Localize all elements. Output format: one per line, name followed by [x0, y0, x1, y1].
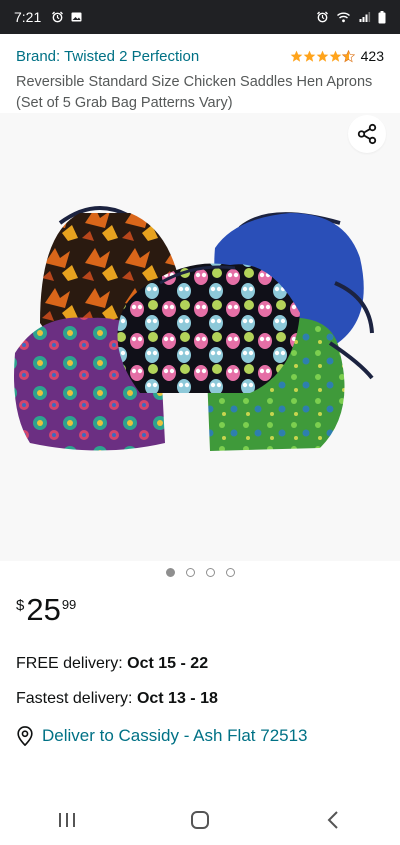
recent-apps-button[interactable]: [37, 800, 97, 840]
star-icon: [303, 50, 315, 62]
status-bar: 7:21: [0, 0, 400, 34]
recent-apps-icon: [58, 813, 75, 827]
star-rating: [290, 49, 355, 63]
price-whole: 25: [26, 592, 61, 627]
image-pagination[interactable]: [0, 568, 400, 577]
status-time: 7:21: [14, 9, 42, 25]
share-button[interactable]: [348, 115, 386, 153]
android-nav-bar: [0, 795, 400, 845]
brand-link[interactable]: Brand: Twisted 2 Perfection: [16, 48, 199, 65]
product-image: [14, 206, 374, 451]
deliver-to-link[interactable]: Deliver to Cassidy - Ash Flat 72513: [16, 726, 308, 746]
pagination-dot[interactable]: [185, 568, 195, 577]
battery-icon: [378, 10, 386, 23]
price-fraction: 99: [61, 597, 77, 612]
product-image-gallery[interactable]: [0, 113, 400, 561]
free-delivery-dates: Oct 15 - 22: [127, 655, 209, 672]
price: $ 25 99: [16, 592, 76, 628]
image-icon: [71, 12, 82, 22]
alarm-icon: [317, 11, 328, 23]
alarm-icon: [52, 11, 64, 23]
rating-count: 423: [360, 48, 384, 64]
free-delivery: FREE delivery: Oct 15 - 22: [16, 655, 208, 673]
star-icon: [290, 50, 302, 62]
product-title: Reversible Standard Size Chicken Saddles…: [16, 74, 373, 111]
fastest-delivery: Fastest delivery: Oct 13 - 18: [16, 690, 218, 708]
star-icon: [329, 50, 341, 62]
star-half-icon: [341, 49, 355, 62]
pagination-dot[interactable]: [225, 568, 235, 577]
price-symbol: $: [16, 597, 25, 614]
product-header: Brand: Twisted 2 Perfection 423 Reversib…: [0, 44, 400, 114]
location-pin-icon: [17, 726, 33, 746]
deliver-to-text: Deliver to Cassidy - Ash Flat 72513: [42, 726, 308, 745]
fastest-delivery-dates: Oct 13 - 18: [136, 690, 218, 707]
rating[interactable]: 423: [290, 48, 384, 64]
back-button[interactable]: [303, 800, 363, 840]
pagination-dot[interactable]: [165, 568, 175, 577]
share-icon: [357, 123, 377, 145]
back-icon: [327, 811, 339, 829]
pagination-dot[interactable]: [205, 568, 215, 577]
home-icon: [190, 811, 209, 829]
free-delivery-label: FREE delivery:: [16, 655, 123, 672]
star-icon: [316, 50, 328, 62]
fastest-delivery-label: Fastest delivery:: [16, 690, 133, 707]
signal-icon: [359, 12, 371, 22]
home-button[interactable]: [170, 800, 230, 840]
wifi-icon: [337, 12, 350, 23]
